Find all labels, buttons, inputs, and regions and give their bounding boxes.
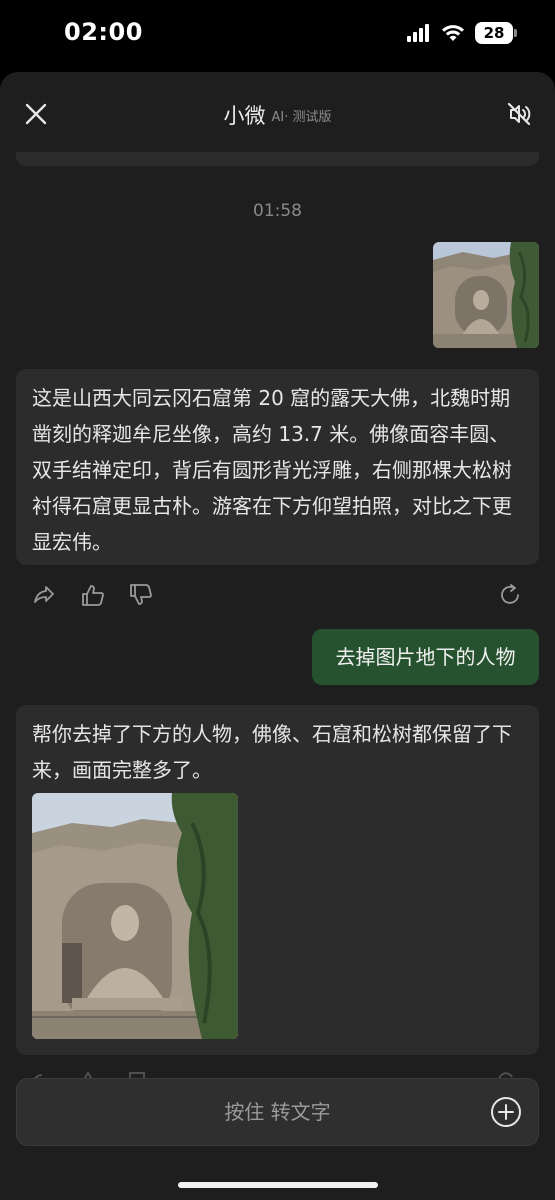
assistant-message-text: 帮你去掉了下方的人物，佛像、石窟和松树都保留了下来，画面完整多了。 <box>32 722 512 782</box>
edited-photo-image <box>32 793 238 1039</box>
message-timestamp: 01:58 <box>253 201 302 221</box>
status-time: 02:00 <box>64 18 143 46</box>
status-bar: 02:00 28 <box>0 0 555 70</box>
photo-thumbnail <box>433 242 539 348</box>
user-photo-message[interactable] <box>433 242 539 348</box>
battery-level: 28 <box>483 24 505 42</box>
thumbs-down-icon[interactable] <box>128 582 154 608</box>
assistant-message-bubble: 帮你去掉了下方的人物，佛像、石窟和松树都保留了下来，画面完整多了。 <box>16 705 539 1055</box>
hold-to-talk-label: 按住 转文字 <box>224 1100 331 1124</box>
wifi-icon <box>442 25 464 41</box>
assistant-message-text: 这是山西大同云冈石窟第 20 窟的露天大佛，北魏时期凿刻的释迦牟尼坐像，高约 1… <box>32 386 512 554</box>
previous-message-bubble <box>16 152 539 166</box>
battery-nub <box>514 29 517 37</box>
home-indicator <box>178 1182 378 1188</box>
assistant-message-bubble: 这是山西大同云冈石窟第 20 窟的露天大佛，北魏时期凿刻的释迦牟尼坐像，高约 1… <box>16 369 539 565</box>
speaker-muted-icon[interactable] <box>505 100 533 128</box>
cellular-signal-icon <box>407 24 429 42</box>
nav-bar: 小微 AI· 测试版 <box>0 72 555 156</box>
thumbs-up-icon[interactable] <box>80 582 106 608</box>
hold-to-talk-bar[interactable]: 按住 转文字 <box>16 1078 539 1146</box>
battery-indicator: 28 <box>475 22 517 44</box>
share-icon[interactable] <box>31 582 57 608</box>
assistant-subtitle: AI· 测试版 <box>271 109 332 125</box>
status-icons: 28 <box>407 22 517 44</box>
user-message-bubble: 去掉图片地下的人物 <box>312 629 539 685</box>
assistant-name: 小微 <box>223 104 266 128</box>
plus-circle-icon[interactable] <box>490 1096 522 1128</box>
nav-title: 小微 AI· 测试版 <box>0 100 555 130</box>
chat-sheet: 小微 AI· 测试版 01:58 这是山西大同云冈石窟第 20 窟的露天大佛，北魏… <box>0 72 555 1200</box>
message-actions <box>0 582 555 612</box>
edited-photo[interactable] <box>32 793 238 1039</box>
regenerate-icon[interactable] <box>497 582 523 608</box>
